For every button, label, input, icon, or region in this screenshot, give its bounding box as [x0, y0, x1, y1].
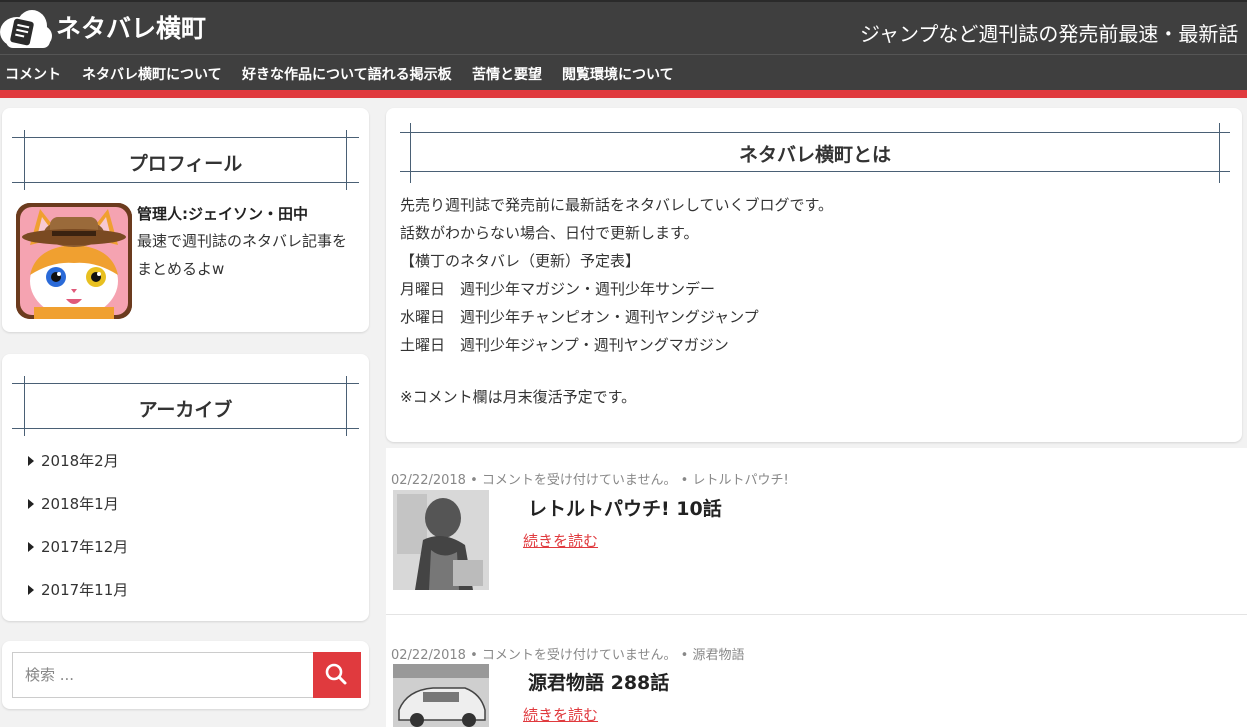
intro-header: ネタバレ横町とは — [400, 123, 1230, 183]
post-title[interactable]: レトルトパウチ! 10話 — [528, 494, 722, 521]
post-meta: 02/22/2018 • コメントを受け付けていません。 • レトルトパウチ! — [391, 469, 789, 488]
read-more-link[interactable]: 続きを読む — [523, 530, 598, 551]
meta-separator: • — [680, 473, 693, 488]
profile-widget-header: プロフィール — [12, 130, 359, 190]
intro-line: 土曜日 週刊少年ジャンプ・週刊ヤングマガジン — [400, 336, 729, 354]
post-divider — [386, 614, 1247, 615]
meta-separator: • — [470, 473, 482, 488]
intro-line: ※コメント欄は月末復活予定です。 — [400, 388, 637, 406]
admin-name: 管理人:ジェイソン・田中 — [137, 205, 308, 223]
archive-widget: アーカイブ 2018年2月 2018年1月 2017年12月 2017年11月 — [2, 354, 369, 621]
post-category[interactable]: レトルトパウチ! — [692, 473, 788, 488]
caret-right-icon — [28, 585, 34, 595]
post-meta: 02/22/2018 • コメントを受け付けていません。 • 源君物語 — [391, 644, 744, 663]
site-header: ネタバレ横町 ジャンプなど週刊誌の発売前最速・最新話 — [0, 0, 1247, 54]
nav-item-board[interactable]: 好きな作品について語れる掲示板 — [242, 64, 452, 84]
site-title[interactable]: ネタバレ横町 — [56, 9, 206, 45]
archive-item-label[interactable]: 2017年11月 — [41, 581, 128, 599]
caret-right-icon — [28, 542, 34, 552]
intro-card: ネタバレ横町とは 先売り週刊誌で発売前に最新話をネタバレしていくブログです。 話… — [386, 108, 1242, 442]
archive-item[interactable]: 2018年2月 — [28, 450, 119, 471]
manga-thumbnail-image — [393, 490, 489, 590]
post-thumbnail[interactable] — [393, 490, 489, 590]
profile-title: プロフィール — [128, 153, 243, 175]
archive-widget-header: アーカイブ — [12, 376, 359, 436]
nav-item-environment[interactable]: 閲覧環境について — [562, 64, 674, 84]
caret-right-icon — [28, 499, 34, 509]
archive-item-label[interactable]: 2017年12月 — [41, 538, 128, 556]
read-more-link[interactable]: 続きを読む — [523, 704, 598, 725]
profile-widget: プロフィール 管理人:ジェイソン・田中 最速で週刊誌のネタバレ記事をまとめるよw — [2, 108, 369, 332]
search-icon — [325, 663, 347, 685]
meta-separator: • — [470, 648, 482, 663]
archive-item[interactable]: 2018年1月 — [28, 493, 119, 514]
archive-item[interactable]: 2017年12月 — [28, 536, 128, 557]
post-date: 02/22/2018 — [391, 648, 466, 663]
cat-cowboy-avatar — [16, 203, 132, 319]
post-title[interactable]: 源君物語 288話 — [528, 668, 669, 695]
intro-line: 先売り週刊誌で発売前に最新話をネタバレしていくブログです。 — [400, 196, 834, 214]
archive-item-label[interactable]: 2018年1月 — [41, 495, 119, 513]
post-comments[interactable]: コメントを受け付けていません。 — [482, 473, 677, 488]
intro-line: 月曜日 週刊少年マガジン・週刊少年サンデー — [400, 280, 716, 298]
archive-item[interactable]: 2017年11月 — [28, 579, 128, 600]
cat-avatar-icon — [16, 203, 132, 319]
meta-separator: • — [680, 648, 693, 663]
search-widget — [2, 641, 369, 709]
search-input[interactable] — [12, 652, 314, 698]
book-cloud-logo-icon[interactable] — [0, 6, 52, 50]
post-comments[interactable]: コメントを受け付けていません。 — [482, 648, 677, 663]
manga-thumbnail-image — [393, 664, 489, 727]
site-tagline: ジャンプなど週刊誌の発売前最速・最新話 — [860, 22, 1239, 46]
intro-line: 【横丁のネタバレ（更新）予定表】 — [400, 252, 641, 270]
admin-description: 最速で週刊誌のネタバレ記事をまとめるよw — [137, 232, 348, 278]
archive-title: アーカイブ — [138, 399, 233, 421]
nav-item-complaints[interactable]: 苦情と要望 — [472, 64, 542, 84]
intro-line: 話数がわからない場合、日付で更新します。 — [400, 224, 699, 242]
intro-title: ネタバレ横町とは — [738, 144, 891, 166]
header-accent-bar — [0, 90, 1247, 98]
intro-line: 水曜日 週刊少年チャンピオン・週刊ヤングジャンプ — [400, 308, 759, 326]
nav-item-about[interactable]: ネタバレ横町について — [82, 64, 222, 84]
archive-item-label[interactable]: 2018年2月 — [41, 452, 119, 470]
nav-item-comments[interactable]: コメント — [5, 64, 61, 84]
post-date: 02/22/2018 — [391, 473, 466, 488]
post-category[interactable]: 源君物語 — [692, 648, 744, 663]
search-button[interactable] — [313, 652, 361, 698]
caret-right-icon — [28, 456, 34, 466]
post-list: 02/22/2018 • コメントを受け付けていません。 • レトルトパウチ! … — [386, 448, 1247, 727]
post-thumbnail[interactable] — [393, 664, 489, 727]
main-nav: コメント ネタバレ横町について 好きな作品について語れる掲示板 苦情と要望 閲覧… — [0, 54, 1247, 90]
